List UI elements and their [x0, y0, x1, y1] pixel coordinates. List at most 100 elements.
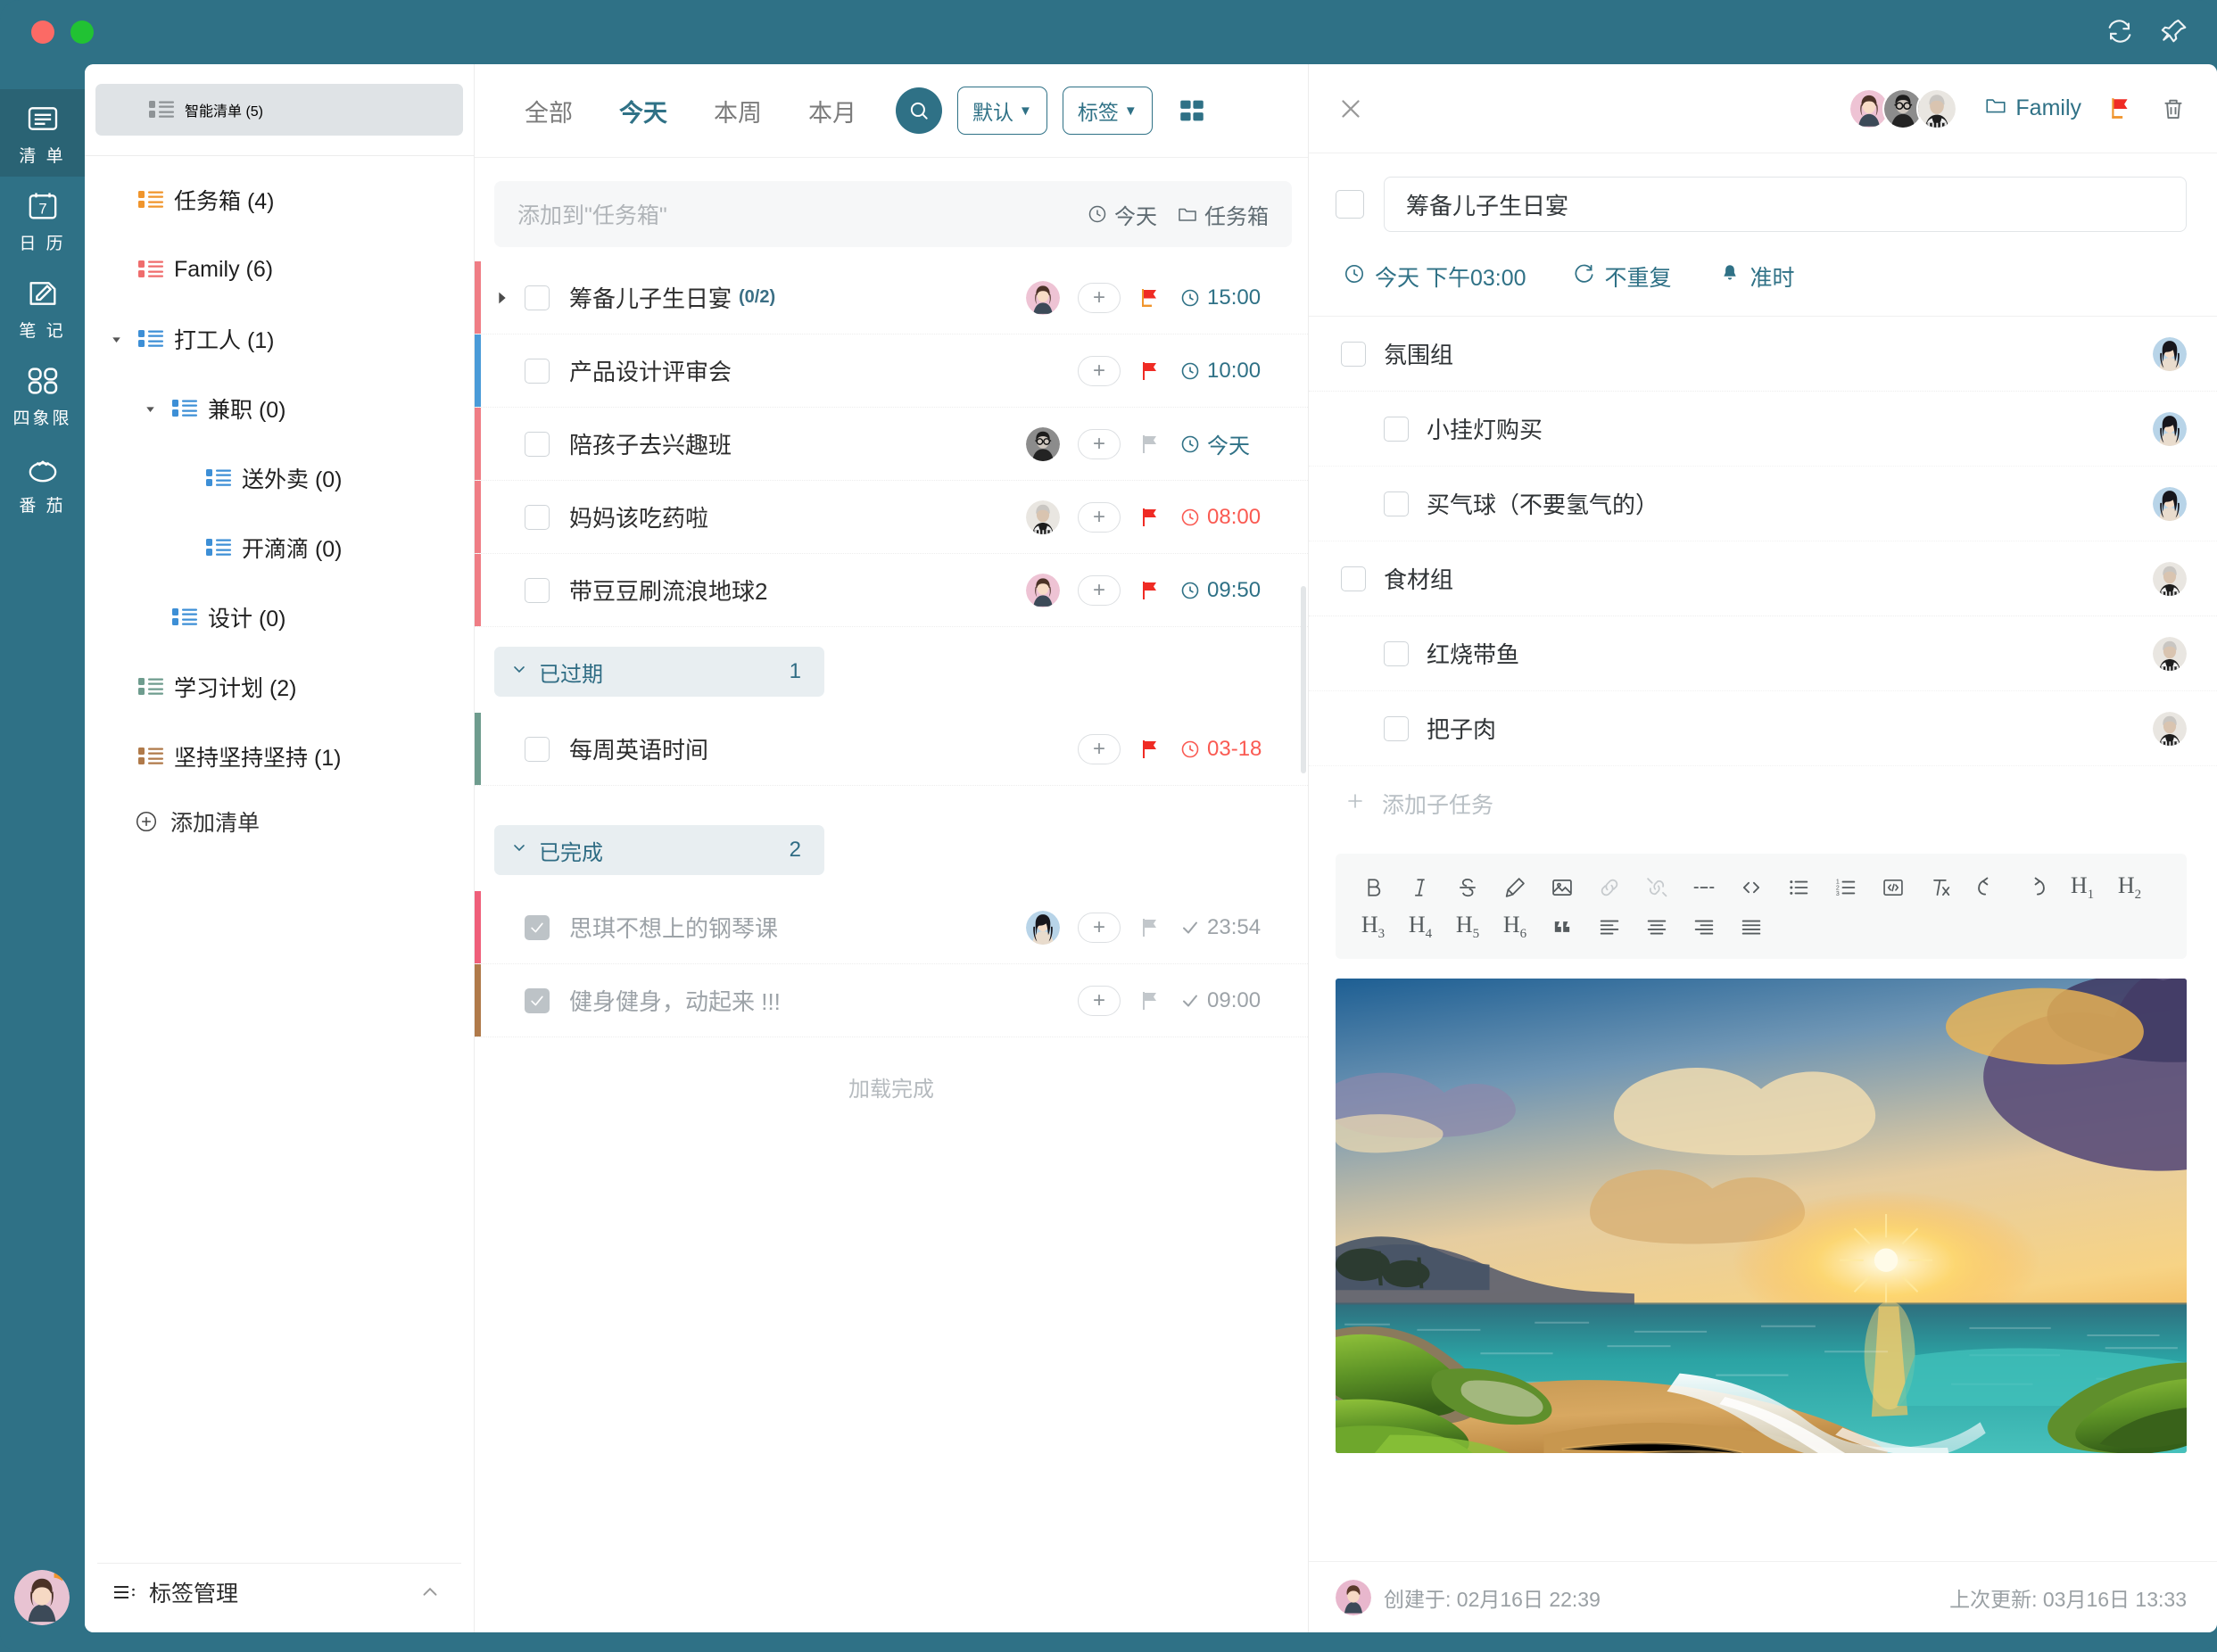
priority-flag-icon[interactable]	[1138, 433, 1162, 456]
rail-item-notes[interactable]: 笔 记	[0, 264, 85, 351]
add-tag-button[interactable]: +	[1078, 913, 1121, 943]
rail-item-quadrant[interactable]: 四象限	[0, 351, 85, 439]
red-flag-icon[interactable]	[2108, 96, 2133, 121]
tab-week[interactable]: 本周	[691, 94, 785, 128]
tag-dropdown[interactable]: 标签 ▼	[1063, 87, 1153, 135]
subtask-assignee-avatar[interactable]	[2153, 562, 2187, 596]
heading-4-button[interactable]: H4	[1401, 907, 1440, 946]
subtask-row[interactable]: 把子肉	[1309, 691, 2217, 766]
priority-flag-icon[interactable]	[1138, 989, 1162, 1012]
task-row[interactable]: 产品设计评审会+10:00	[475, 335, 1308, 408]
chevron-down-icon[interactable]	[104, 327, 128, 351]
task-row[interactable]: 健身健身，动起来 !!!+09:00	[475, 964, 1308, 1037]
task-due[interactable]: 今天	[1179, 428, 1285, 459]
task-due[interactable]: 08:00	[1179, 505, 1285, 530]
task-row[interactable]: 筹备儿子生日宴(0/2)+15:00	[475, 261, 1308, 335]
subtask-row[interactable]: 红烧带鱼	[1309, 616, 2217, 691]
add-tag-button[interactable]: +	[1078, 734, 1121, 764]
task-assignee-avatar[interactable]	[1026, 281, 1060, 315]
task-title-input[interactable]: 筹备儿子生日宴	[1384, 177, 2187, 232]
quick-add-list[interactable]: 任务箱	[1177, 199, 1269, 230]
task-assignee-avatar[interactable]	[1026, 500, 1060, 534]
assignee-avatar[interactable]	[1916, 88, 1957, 129]
expand-subtasks-icon[interactable]	[492, 288, 512, 308]
italic-button[interactable]	[1401, 868, 1440, 907]
task-row[interactable]: 思琪不想上的钢琴课+23:54	[475, 891, 1308, 964]
task-checkbox[interactable]	[525, 285, 550, 310]
repeat-chip[interactable]: 不重复	[1573, 260, 1672, 293]
assignee-avatars[interactable]	[1849, 88, 1957, 129]
align-left-button[interactable]	[1590, 907, 1629, 946]
task-row[interactable]: 每周英语时间+03-18	[475, 713, 1308, 786]
task-due[interactable]: 09:50	[1179, 578, 1285, 603]
heading-3-button[interactable]: H3	[1353, 907, 1393, 946]
subtask-row[interactable]: 买气球（不要氢气的）	[1309, 467, 2217, 541]
priority-flag-icon[interactable]	[1138, 506, 1162, 529]
subtask-assignee-avatar[interactable]	[2153, 712, 2187, 746]
task-checkbox[interactable]	[525, 359, 550, 384]
add-subtask-button[interactable]: 添加子任务	[1309, 766, 2217, 841]
trash-icon[interactable]	[2160, 95, 2187, 122]
tab-all[interactable]: 全部	[501, 94, 596, 128]
task-scroll-area[interactable]: 添加到"任务箱" 今天 任务箱 筹备儿子生日宴(0/	[475, 158, 1308, 1632]
clear-format-button[interactable]	[1921, 868, 1960, 907]
chevron-up-icon[interactable]	[418, 1581, 442, 1604]
rail-item-calendar[interactable]: 7 日 历	[0, 177, 85, 264]
align-justify-button[interactable]	[1732, 907, 1771, 946]
add-tag-button[interactable]: +	[1078, 356, 1121, 386]
blockquote-button[interactable]	[1543, 907, 1582, 946]
sync-icon[interactable]	[2105, 16, 2135, 46]
task-checkbox[interactable]	[525, 432, 550, 457]
bold-button[interactable]	[1353, 868, 1393, 907]
add-tag-button[interactable]: +	[1078, 283, 1121, 313]
subtask-assignee-avatar[interactable]	[2153, 637, 2187, 671]
horizontal-rule-button[interactable]	[1684, 868, 1724, 907]
sidebar-item[interactable]: Family (6)	[85, 235, 474, 304]
subtask-checkbox[interactable]	[1384, 491, 1409, 516]
priority-flag-icon[interactable]	[1138, 579, 1162, 602]
priority-flag-icon[interactable]	[1138, 916, 1162, 939]
subtask-row[interactable]: 氛围组	[1309, 317, 2217, 392]
sidebar-item[interactable]: 兼职 (0)	[85, 374, 474, 443]
inline-code-button[interactable]	[1732, 868, 1771, 907]
subtask-assignee-avatar[interactable]	[2153, 487, 2187, 521]
rail-item-list[interactable]: 清 单	[0, 89, 85, 177]
task-row[interactable]: 陪孩子去兴趣班+今天	[475, 408, 1308, 481]
code-block-button[interactable]	[1874, 868, 1913, 907]
align-right-button[interactable]	[1684, 907, 1724, 946]
task-due[interactable]: 15:00	[1179, 285, 1285, 310]
add-tag-button[interactable]: +	[1078, 429, 1121, 459]
unlink-button[interactable]	[1637, 868, 1676, 907]
due-date-chip[interactable]: 今天 下午03:00	[1343, 260, 1526, 293]
sidebar-item[interactable]: 坚持坚持坚持 (1)	[85, 722, 474, 791]
task-due[interactable]: 09:00	[1179, 988, 1285, 1013]
subtask-checkbox[interactable]	[1384, 417, 1409, 442]
heading-6-button[interactable]: H6	[1495, 907, 1535, 946]
sidebar-item[interactable]: 学习计划 (2)	[85, 652, 474, 722]
sidebar-item[interactable]: 送外卖 (0)	[85, 443, 474, 513]
add-tag-button[interactable]: +	[1078, 502, 1121, 533]
group-header-expired[interactable]: 已过期 1	[494, 647, 824, 697]
sidebar-item[interactable]: 设计 (0)	[85, 582, 474, 652]
subtask-row[interactable]: 食材组	[1309, 541, 2217, 616]
task-row[interactable]: 带豆豆刷流浪地球2+09:50	[475, 554, 1308, 627]
task-checkbox[interactable]	[525, 988, 550, 1013]
project-chip[interactable]: Family	[1984, 94, 2081, 123]
scrollbar[interactable]	[1301, 586, 1306, 773]
sidebar-item[interactable]: 开滴滴 (0)	[85, 513, 474, 582]
heading-5-button[interactable]: H5	[1448, 907, 1487, 946]
redo-button[interactable]	[2015, 868, 2055, 907]
subtask-checkbox[interactable]	[1341, 342, 1366, 367]
task-assignee-avatar[interactable]	[1026, 427, 1060, 461]
maximize-window-button[interactable]	[70, 21, 94, 44]
task-checkbox[interactable]	[525, 737, 550, 762]
bullet-list-button[interactable]	[1779, 868, 1818, 907]
subtask-assignee-avatar[interactable]	[2153, 337, 2187, 371]
search-icon[interactable]	[896, 87, 942, 134]
user-avatar[interactable]	[14, 1570, 70, 1625]
image-button[interactable]	[1543, 868, 1582, 907]
tag-manage-bar[interactable]: 标签管理	[97, 1563, 461, 1620]
grid-view-icon[interactable]	[1177, 95, 1207, 126]
subtask-row[interactable]: 小挂灯购买	[1309, 392, 2217, 467]
quick-add-task[interactable]: 添加到"任务箱" 今天 任务箱	[494, 181, 1292, 247]
